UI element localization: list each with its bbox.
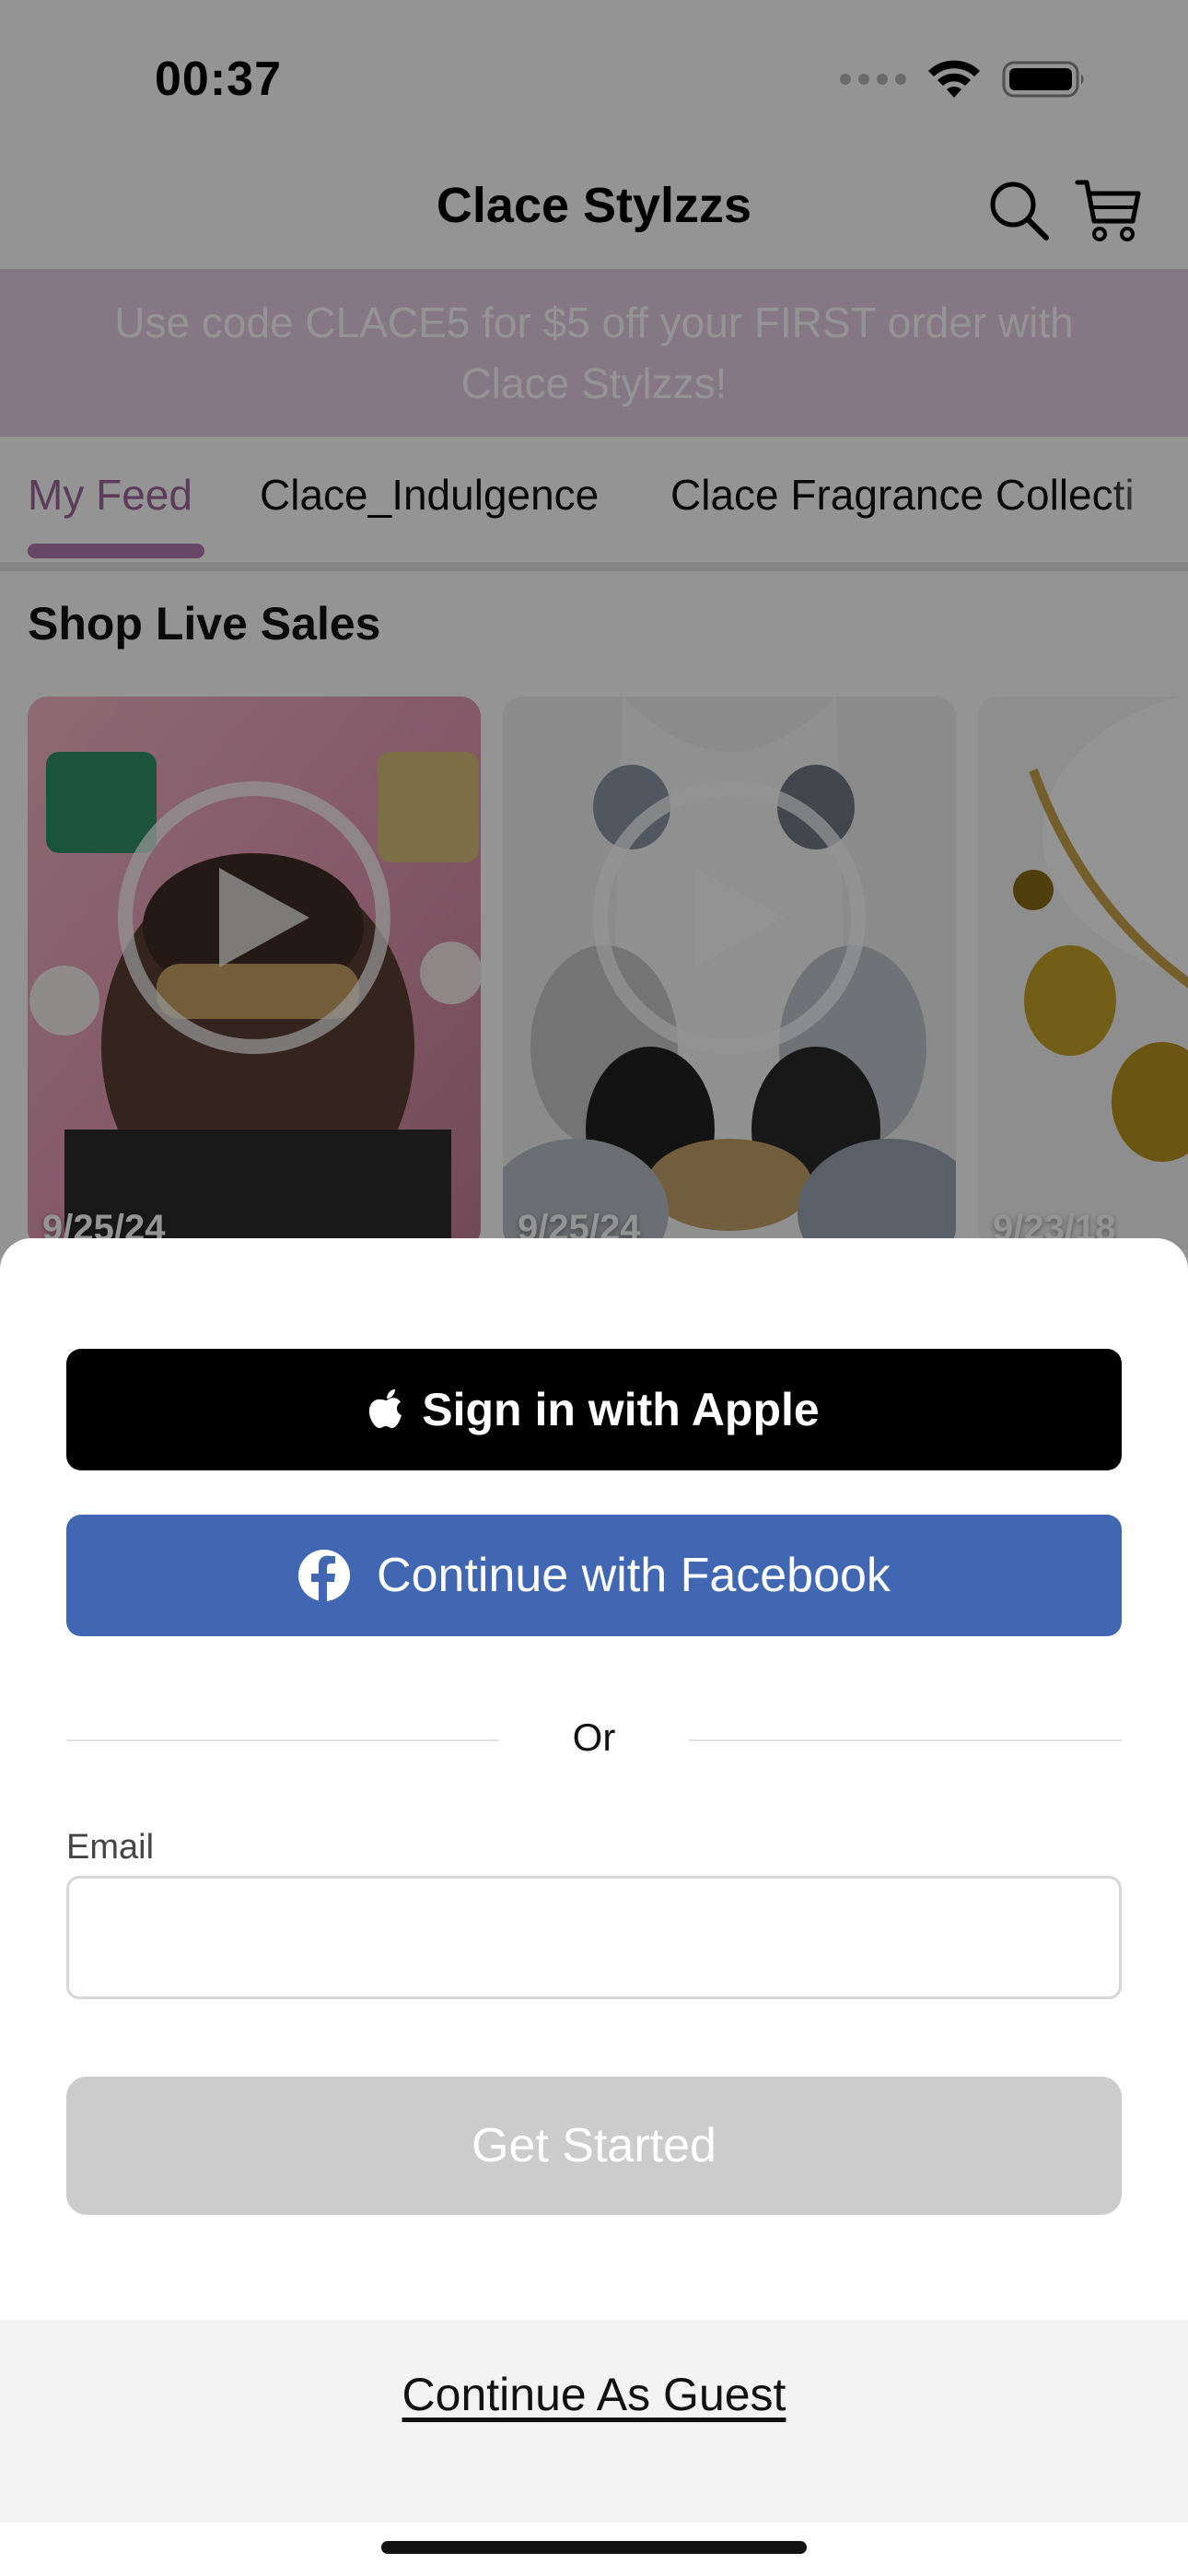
- get-started-button[interactable]: Get Started: [66, 2077, 1122, 2215]
- continue-as-guest-link[interactable]: Continue As Guest: [0, 2368, 1188, 2421]
- guest-footer: Continue As Guest: [0, 2320, 1188, 2523]
- facebook-icon: [298, 1550, 351, 1602]
- home-indicator[interactable]: [381, 2541, 807, 2554]
- apple-button-label: Sign in with Apple: [422, 1384, 820, 1435]
- or-separator: Or: [572, 1715, 616, 1759]
- facebook-button-label: Continue with Facebook: [377, 1549, 891, 1602]
- app-screen: 00:37 Clace Stylzzs Use code CLACE5 for …: [0, 0, 1188, 2576]
- continue-with-facebook-button[interactable]: Continue with Facebook: [66, 1515, 1122, 1636]
- email-field[interactable]: [66, 1876, 1122, 1999]
- sign-in-sheet: Sign in with Apple Continue with Faceboo…: [0, 1238, 1188, 2576]
- apple-icon: [369, 1389, 402, 1428]
- sign-in-with-apple-button[interactable]: Sign in with Apple: [66, 1349, 1122, 1470]
- email-label: Email: [66, 1828, 155, 1867]
